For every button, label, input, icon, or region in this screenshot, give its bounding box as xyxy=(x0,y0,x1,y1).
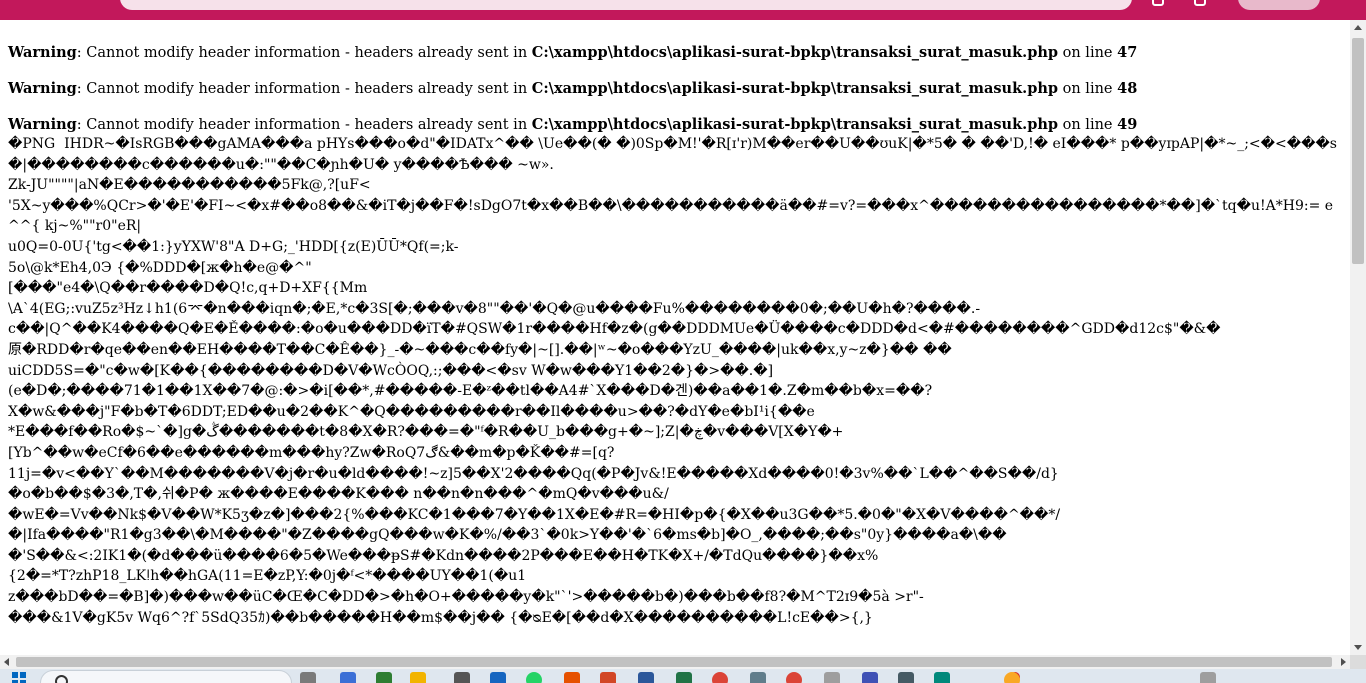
warning-label: Warning xyxy=(8,80,77,97)
chrome-icon[interactable] xyxy=(712,672,728,683)
warning-message: : Cannot modify header information - hea… xyxy=(76,81,532,97)
horizontal-scrollbar[interactable] xyxy=(0,655,1350,669)
taskbar-app-icon[interactable] xyxy=(376,672,392,683)
chrome-icon[interactable] xyxy=(786,672,802,683)
taskbar-app-icon[interactable] xyxy=(862,672,878,683)
warning-message: : Cannot modify header information - hea… xyxy=(76,117,532,133)
warning-line-number: 47 xyxy=(1117,44,1138,61)
bookmark-icon[interactable] xyxy=(1194,0,1206,6)
php-warning: Warning: Cannot modify header informatio… xyxy=(8,80,1342,98)
warning-file-path: C:\xampp\htdocs\aplikasi-surat-bpkp\tran… xyxy=(531,116,1059,133)
powerpoint-icon[interactable] xyxy=(600,672,616,683)
taskbar-app-icon[interactable] xyxy=(454,672,470,683)
page-content: Warning: Cannot modify header informatio… xyxy=(0,20,1350,628)
browser-chrome xyxy=(0,0,1366,20)
address-bar[interactable] xyxy=(120,0,1132,10)
taskbar-app-icon[interactable] xyxy=(824,672,840,683)
extension-icon[interactable] xyxy=(1152,0,1164,6)
search-icon xyxy=(55,675,68,683)
scroll-up-arrow-icon[interactable] xyxy=(1354,25,1362,30)
excel-icon[interactable] xyxy=(676,672,692,683)
warning-line-number: 48 xyxy=(1117,80,1138,97)
warning-on-line: on line xyxy=(1058,117,1118,133)
taskbar-app-icon[interactable] xyxy=(898,672,914,683)
warning-line-number: 49 xyxy=(1117,116,1138,133)
scroll-right-arrow-icon[interactable] xyxy=(1341,658,1346,666)
taskbar-app-icon[interactable] xyxy=(934,672,950,683)
windows-taskbar xyxy=(0,669,1366,683)
taskbar-app-icon[interactable] xyxy=(564,672,580,683)
taskbar-app-icon[interactable] xyxy=(340,672,356,683)
taskbar-app-icon[interactable] xyxy=(750,672,766,683)
profile-button[interactable] xyxy=(1238,0,1320,10)
scroll-left-arrow-icon[interactable] xyxy=(4,658,9,666)
vertical-scrollbar[interactable] xyxy=(1350,20,1366,655)
word-icon[interactable] xyxy=(638,672,654,683)
scrollbar-corner xyxy=(1350,655,1366,669)
binary-png-output: �PNG IHDR~�IsRGB���gAMA���a pHYs���o�d"�… xyxy=(8,136,1337,626)
taskbar-search-box[interactable] xyxy=(40,670,292,683)
warning-on-line: on line xyxy=(1058,81,1118,97)
warning-label: Warning xyxy=(8,44,77,61)
scroll-down-arrow-icon[interactable] xyxy=(1354,645,1362,650)
php-warning: Warning: Cannot modify header informatio… xyxy=(8,116,1342,134)
warning-message: : Cannot modify header information - hea… xyxy=(76,45,532,61)
warning-file-path: C:\xampp\htdocs\aplikasi-surat-bpkp\tran… xyxy=(531,44,1059,61)
task-view-icon[interactable] xyxy=(300,672,316,683)
warning-label: Warning xyxy=(8,116,77,133)
file-explorer-icon[interactable] xyxy=(410,672,426,683)
whatsapp-icon[interactable] xyxy=(526,672,542,683)
taskbar-app-icon[interactable] xyxy=(490,672,506,683)
weather-icon[interactable] xyxy=(1004,672,1020,683)
vertical-scroll-thumb[interactable] xyxy=(1352,38,1364,264)
tray-chevron-icon[interactable] xyxy=(1200,672,1216,683)
warning-on-line: on line xyxy=(1058,45,1118,61)
page-viewport: Warning: Cannot modify header informatio… xyxy=(0,20,1350,655)
warning-file-path: C:\xampp\htdocs\aplikasi-surat-bpkp\tran… xyxy=(531,80,1059,97)
horizontal-scroll-thumb[interactable] xyxy=(16,657,1332,667)
php-warning: Warning: Cannot modify header informatio… xyxy=(8,20,1342,62)
windows-start-icon[interactable] xyxy=(12,672,26,683)
